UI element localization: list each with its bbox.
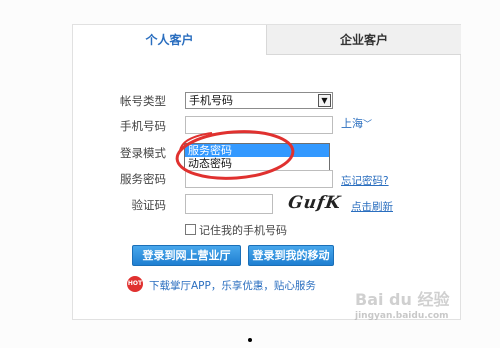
chevron-down-icon[interactable]: ▼ xyxy=(318,94,331,107)
forgot-password-link[interactable]: 忘记密码? xyxy=(341,173,389,188)
watermark-subtitle: jingyan.baidu.com xyxy=(355,311,449,321)
refresh-captcha-link[interactable]: 点击刷新 xyxy=(351,199,393,214)
login-mode-dropdown[interactable]: 服务密码 动态密码 xyxy=(184,143,330,171)
account-type-value: 手机号码 xyxy=(189,94,233,107)
captcha-image[interactable]: GufK xyxy=(286,193,351,215)
password-input[interactable] xyxy=(185,170,333,188)
phone-label: 手机号码 xyxy=(120,119,166,133)
chevron-down-icon: ﹀ xyxy=(363,120,373,130)
login-mode-option-dynamic-password[interactable]: 动态密码 xyxy=(185,157,329,170)
login-mode-label: 登录模式 xyxy=(120,146,166,160)
baidu-watermark: Bai du 经验 jingyan.baidu.com xyxy=(355,290,495,340)
account-type-label: 帐号类型 xyxy=(120,94,166,108)
captcha-input[interactable] xyxy=(185,194,273,214)
login-mode-option-service-password[interactable]: 服务密码 xyxy=(185,144,329,157)
phone-input[interactable] xyxy=(185,116,333,134)
password-label: 服务密码 xyxy=(120,172,166,186)
tab-personal-customer[interactable]: 个人客户 xyxy=(73,25,266,55)
download-app-link[interactable]: 下载掌厅APP，乐享优惠，贴心服务 xyxy=(149,278,316,293)
account-type-select[interactable]: 手机号码 ▼ xyxy=(185,92,333,109)
remember-phone-checkbox[interactable] xyxy=(185,224,196,235)
tab-enterprise-customer[interactable]: 企业客户 xyxy=(266,25,461,55)
remember-phone-label: 记住我的手机号码 xyxy=(199,224,287,237)
hot-app-icon[interactable]: HOT xyxy=(127,276,143,292)
login-online-hall-button[interactable]: 登录到网上营业厅 xyxy=(132,245,241,266)
login-my-mobile-button[interactable]: 登录到我的移动 xyxy=(248,245,334,266)
watermark-title: Bai du 经验 xyxy=(355,290,450,309)
region-name: 上海 xyxy=(341,117,363,130)
page-dot xyxy=(248,338,252,342)
region-link[interactable]: 上海﹀ xyxy=(341,115,372,131)
captcha-label: 验证码 xyxy=(131,198,167,212)
